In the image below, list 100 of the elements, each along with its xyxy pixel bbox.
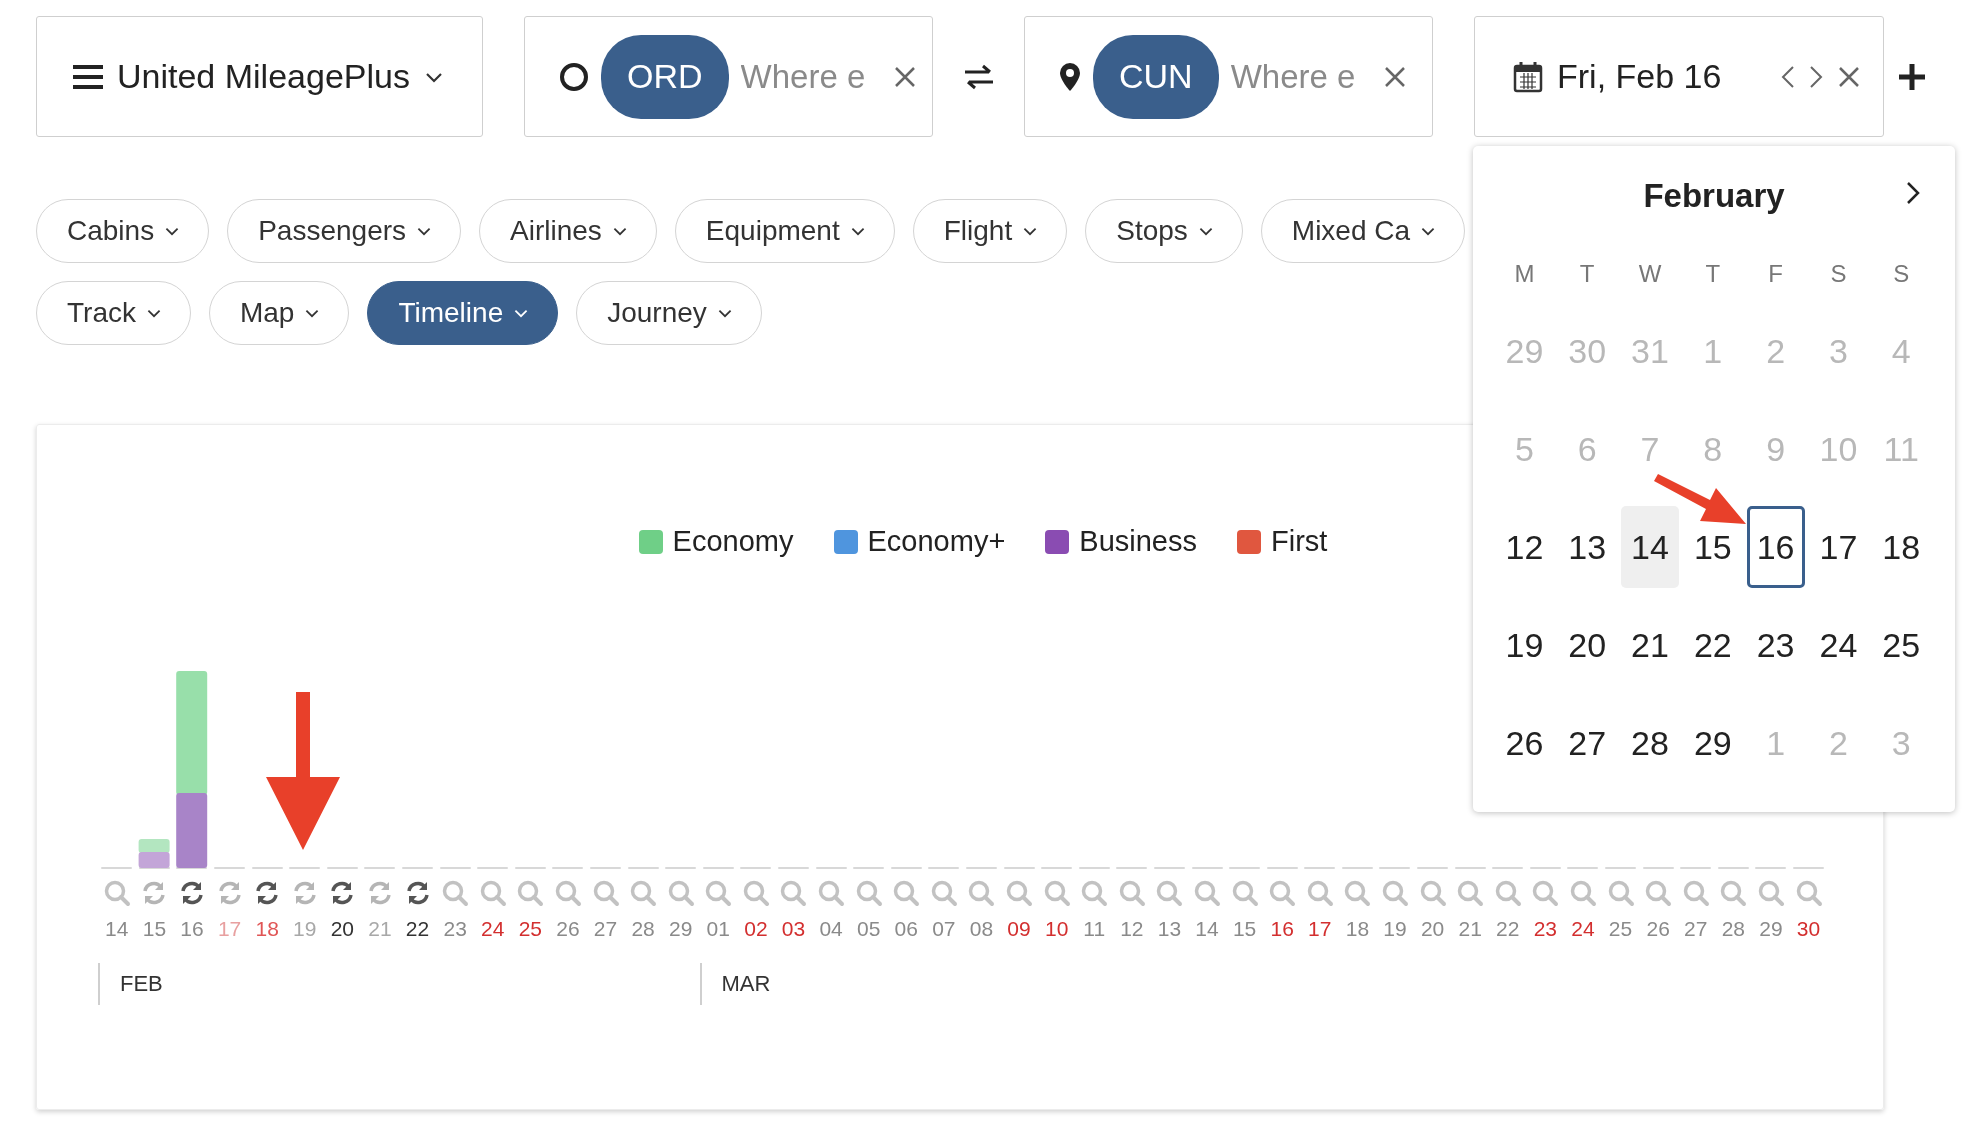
view-dropdown[interactable]: Timeline <box>367 281 559 345</box>
origin-field[interactable]: ORD Where e <box>524 16 933 137</box>
calendar-day[interactable]: 27 <box>1564 721 1611 765</box>
day-label: 15 <box>142 917 167 941</box>
chevron-left-icon[interactable] <box>1781 64 1795 89</box>
search-icon[interactable] <box>1193 879 1221 907</box>
calendar-day[interactable]: 16 <box>1746 506 1805 588</box>
chevron-right-icon[interactable] <box>1905 180 1921 206</box>
search-icon[interactable] <box>1493 879 1522 907</box>
calendar-day[interactable]: 24 <box>1815 623 1862 667</box>
view-dropdown[interactable]: Journey <box>576 281 762 345</box>
calendar-day[interactable]: 20 <box>1564 623 1611 667</box>
search-icon[interactable] <box>779 879 808 907</box>
calendar-day[interactable]: 13 <box>1564 525 1611 569</box>
day-label: 18 <box>255 917 279 941</box>
day-label: 17 <box>1308 917 1332 941</box>
search-icon[interactable] <box>892 879 921 907</box>
day-label: 26 <box>1646 917 1670 941</box>
calendar-day[interactable]: 18 <box>1878 525 1925 569</box>
search-icon[interactable] <box>1381 879 1409 907</box>
search-icon[interactable] <box>553 879 582 907</box>
search-icon[interactable] <box>1644 879 1673 907</box>
calendar-day[interactable]: 23 <box>1752 623 1799 667</box>
filter-dropdown[interactable]: Passengers <box>227 199 462 263</box>
clear-icon[interactable] <box>892 64 917 89</box>
search-icon[interactable] <box>1305 879 1334 907</box>
filter-dropdown[interactable]: Cabins <box>36 199 210 263</box>
search-icon[interactable] <box>817 879 846 907</box>
calendar-day[interactable]: 12 <box>1501 525 1548 569</box>
day-label: 01 <box>706 917 730 941</box>
weekday-label: W <box>1637 259 1663 289</box>
legend-label: First <box>1271 525 1328 558</box>
view-dropdown[interactable]: Track <box>36 281 191 345</box>
calendar-day[interactable]: 28 <box>1627 721 1673 765</box>
search-icon[interactable] <box>741 879 770 907</box>
calendar-day[interactable]: 29 <box>1689 721 1736 765</box>
calendar-day[interactable]: 14 <box>1621 506 1679 588</box>
filter-dropdown[interactable]: Flight <box>912 199 1068 263</box>
destination-field[interactable]: CUN Where e <box>1024 16 1433 137</box>
search-icon[interactable] <box>478 879 507 907</box>
search-icon[interactable] <box>441 879 470 907</box>
plus-icon[interactable] <box>1897 61 1927 92</box>
search-icon[interactable] <box>1042 879 1071 907</box>
search-icon[interactable] <box>967 879 996 907</box>
weekday-label: M <box>1513 259 1536 289</box>
search-icon[interactable] <box>666 879 695 907</box>
calendar-icon <box>1513 60 1543 93</box>
search-icon[interactable] <box>1080 879 1109 907</box>
search-icon[interactable] <box>704 879 733 907</box>
calendar-day[interactable]: 22 <box>1689 623 1736 667</box>
calendar-day[interactable]: 15 <box>1689 525 1736 569</box>
search-icon[interactable] <box>1719 879 1748 907</box>
day-label: 14 <box>1195 917 1219 941</box>
search-icon[interactable] <box>102 879 131 907</box>
search-icon[interactable] <box>1005 879 1034 907</box>
search-icon[interactable] <box>1794 879 1823 907</box>
clear-icon[interactable] <box>1382 64 1407 89</box>
search-icon[interactable] <box>1343 879 1372 907</box>
day-label: 15 <box>1232 917 1257 941</box>
search-icon[interactable] <box>1756 879 1785 907</box>
search-icon[interactable] <box>1531 879 1560 907</box>
day-label: 24 <box>1571 917 1595 941</box>
legend-label: Business <box>1079 525 1197 558</box>
search-icon[interactable] <box>1418 879 1447 907</box>
search-icon[interactable] <box>591 879 620 907</box>
refresh-icon[interactable] <box>178 879 206 907</box>
search-icon[interactable] <box>1456 879 1485 907</box>
filter-dropdown[interactable]: Mixed Ca <box>1260 199 1466 263</box>
day-label: 20 <box>1420 917 1445 941</box>
search-icon[interactable] <box>1606 879 1635 907</box>
calendar-day[interactable]: 19 <box>1501 623 1548 667</box>
search-icon[interactable] <box>629 879 658 907</box>
calendar-day[interactable]: 17 <box>1815 525 1862 569</box>
destination-input[interactable]: Where e <box>1230 57 1371 96</box>
filter-dropdown[interactable]: Airlines <box>479 199 657 263</box>
calendar-day[interactable]: 26 <box>1501 721 1548 765</box>
swap-icon[interactable] <box>962 63 995 90</box>
stacked-bar <box>138 839 170 868</box>
calendar-day[interactable]: 21 <box>1627 623 1673 667</box>
month-title: February <box>1643 177 1785 215</box>
calendar-day[interactable]: 25 <box>1878 623 1925 667</box>
view-dropdown[interactable]: Map <box>208 281 350 345</box>
search-icon[interactable] <box>516 879 545 907</box>
day-label: 29 <box>669 917 693 941</box>
search-icon[interactable] <box>1681 879 1710 907</box>
search-icon[interactable] <box>854 879 883 907</box>
filter-dropdown[interactable]: Equipment <box>674 199 895 263</box>
date-field[interactable]: Fri, Feb 16 <box>1474 16 1884 137</box>
origin-input[interactable]: Where e <box>740 57 881 96</box>
search-icon[interactable] <box>1155 879 1184 907</box>
program-selector[interactable]: United MileagePlus <box>36 16 483 137</box>
day-label: 28 <box>631 917 655 941</box>
menu-icon <box>73 63 103 90</box>
search-icon[interactable] <box>1230 879 1259 907</box>
search-icon[interactable] <box>1117 879 1146 907</box>
search-icon[interactable] <box>929 879 958 907</box>
clear-icon[interactable] <box>1837 64 1861 89</box>
search-icon[interactable] <box>1568 879 1597 907</box>
search-icon[interactable] <box>1268 879 1297 907</box>
filter-dropdown[interactable]: Stops <box>1085 199 1243 263</box>
